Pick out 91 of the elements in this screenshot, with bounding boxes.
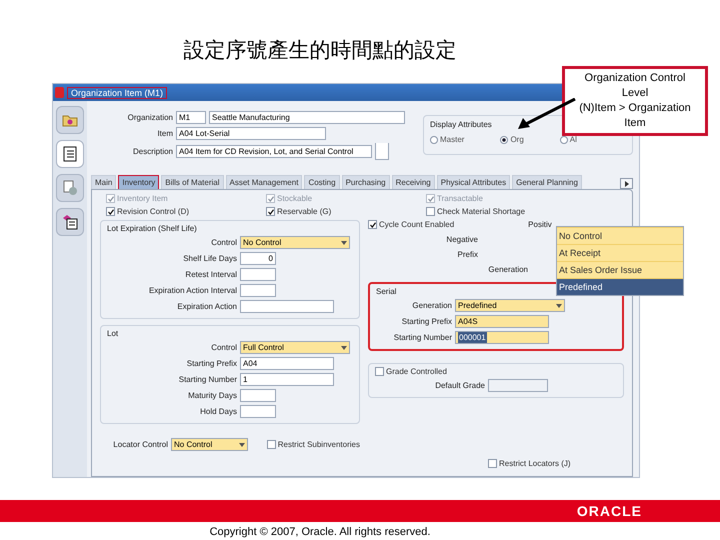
checkbox[interactable]: Check Material Shortage	[426, 207, 624, 216]
caret-icon	[238, 442, 245, 446]
field-label: Retest Interval	[184, 270, 237, 279]
group-title: Lot Expiration (Shelf Life)	[107, 224, 198, 233]
right-arrow-icon	[624, 180, 628, 186]
tab[interactable]: Physical Attributes	[436, 175, 510, 189]
field-label: Positiv	[528, 220, 552, 229]
input-field[interactable]: 1	[240, 373, 334, 386]
input-field[interactable]: A04 Item for CD Revision, Lot, and Serial Control	[176, 145, 372, 158]
field-label: Default Grade	[434, 381, 485, 390]
checkbox[interactable]: Revision Control (D)	[106, 207, 266, 216]
oracle-logo: ORACLE	[576, 503, 642, 519]
dropdown-option[interactable]: Predefined	[557, 278, 683, 295]
checkbox[interactable]: Restrict Locators (J)	[488, 459, 571, 468]
copyright-text: Copyright © 2007, Oracle. All rights reserved.	[208, 525, 432, 538]
radio-option[interactable]: Org	[500, 135, 524, 144]
dropdown-field[interactable]: Full Control	[240, 341, 350, 354]
field-label: Negative	[445, 235, 478, 244]
checkbox[interactable]: Grade Controlled	[375, 367, 617, 376]
folder-icon[interactable]	[56, 106, 84, 134]
radio-option[interactable]: Master	[430, 135, 464, 144]
caret-icon	[341, 346, 347, 350]
app-icon	[55, 87, 64, 98]
field-label: Starting Number	[392, 333, 452, 342]
field-label: Prefix	[456, 250, 478, 259]
dropdown-field[interactable]: Predefined	[455, 299, 565, 312]
field-label: Starting Prefix	[186, 359, 237, 368]
input-field[interactable]: Seattle Manufacturing	[209, 111, 405, 124]
check-icon	[370, 222, 376, 228]
field-label: Item	[156, 129, 173, 138]
tab[interactable]: Inventory	[118, 175, 160, 189]
callout-arrow	[518, 98, 576, 130]
field-label: Control	[210, 343, 237, 352]
scroll-right-button[interactable]	[620, 178, 633, 189]
input-field[interactable]: A04 Lot-Serial	[176, 127, 326, 140]
tab[interactable]: Costing	[304, 175, 340, 189]
caret-icon	[556, 304, 562, 308]
input-field[interactable]	[240, 300, 334, 313]
checkbox[interactable]: Restrict Subinventories	[266, 440, 360, 449]
tab[interactable]: Purchasing	[342, 175, 390, 189]
field-label: Starting Number	[178, 375, 237, 384]
window-title: Organization Item (M1)	[67, 86, 168, 98]
field-label: Expiration Action Interval	[148, 286, 237, 295]
tab[interactable]: General Planning	[512, 175, 582, 189]
callout-text: Organization Control	[584, 71, 686, 86]
list-icon[interactable]	[56, 208, 84, 236]
field-label: Starting Prefix	[400, 317, 452, 326]
input-field[interactable]: A04	[240, 357, 334, 370]
input-field[interactable]	[240, 268, 276, 281]
caret-icon	[341, 240, 347, 244]
input-field[interactable]	[240, 284, 276, 297]
field-label: Description	[132, 147, 173, 156]
callout-text: (N)Item > Organization	[579, 101, 691, 116]
input-field[interactable]: 000001	[455, 331, 549, 344]
group-title: Display Attributes	[430, 120, 493, 129]
checkbox[interactable]: Cycle Count Enabled	[368, 220, 454, 229]
document-icon[interactable]	[56, 174, 84, 202]
field-label: Maturity Days	[187, 391, 237, 400]
check-icon	[108, 196, 114, 202]
input-field[interactable]	[240, 405, 276, 418]
field-label: Shelf Life Days	[182, 254, 237, 263]
check-icon	[268, 208, 274, 214]
input-field[interactable]: A04S	[455, 315, 549, 328]
tab[interactable]: Bills of Material	[161, 175, 224, 189]
callout-text: Level	[622, 86, 648, 101]
input-field[interactable]: M1	[176, 111, 206, 124]
input-field[interactable]	[240, 389, 276, 402]
field-label: Expiration Action	[176, 302, 237, 311]
tab[interactable]: Main	[91, 175, 116, 189]
dropdown-option[interactable]: At Receipt	[557, 244, 683, 261]
input-field[interactable]	[488, 379, 548, 392]
dropdown-field[interactable]: No Control	[240, 236, 350, 249]
input-field[interactable]	[375, 143, 389, 160]
field-label: Generation	[411, 301, 452, 310]
checkbox[interactable]: Reservable (G)	[266, 207, 426, 216]
field-label: Locator Control	[112, 440, 168, 449]
input-field[interactable]: 0	[240, 252, 276, 265]
field-label: Control	[210, 238, 237, 247]
check-icon	[428, 196, 434, 202]
group-title: Lot	[107, 329, 120, 338]
list-icon[interactable]	[56, 140, 84, 168]
field-label: Hold Days	[199, 407, 237, 416]
slide-title: 設定序號產生的時間點的設定	[184, 37, 456, 64]
dropdown-field[interactable]: No Control	[171, 438, 248, 451]
tab[interactable]: Receiving	[392, 175, 435, 189]
callout-text: Item	[624, 116, 646, 131]
field-label: Generation	[487, 265, 528, 274]
check-icon	[108, 208, 114, 214]
field-label: Organization	[126, 113, 173, 122]
tab[interactable]: Asset Management	[226, 175, 302, 189]
check-icon	[268, 196, 274, 202]
